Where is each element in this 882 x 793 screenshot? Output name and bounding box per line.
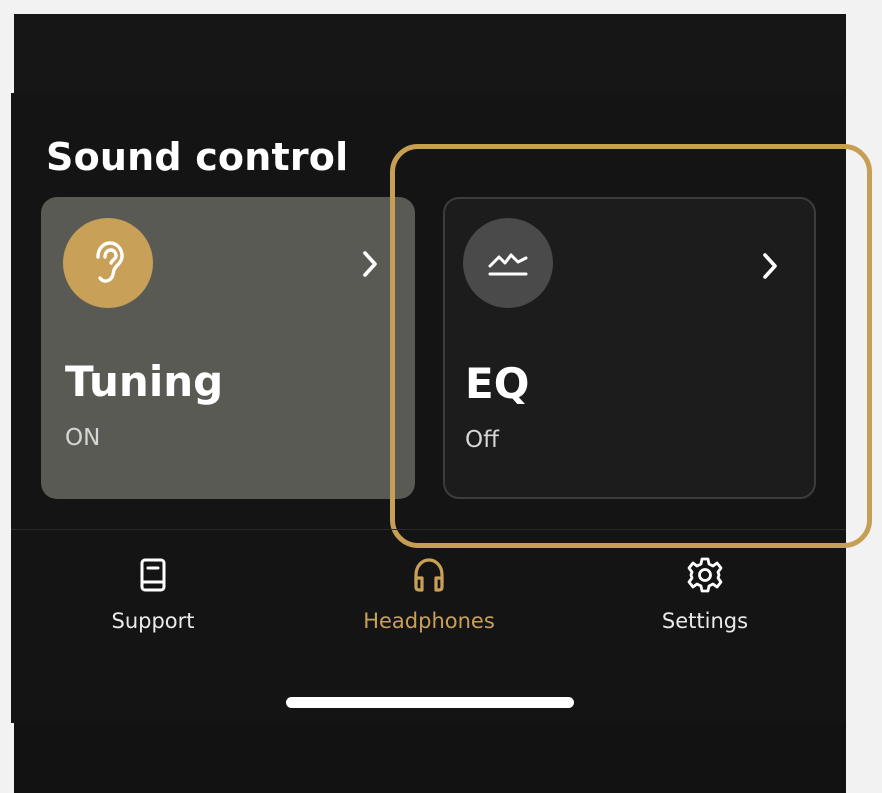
tuning-icon-circle [63, 218, 153, 308]
nav-label-settings: Settings [661, 609, 749, 633]
nav-label-support: Support [111, 609, 195, 633]
screen-top-frame [14, 14, 846, 94]
home-indicator[interactable] [286, 697, 574, 708]
tuning-card-status: ON [65, 425, 101, 451]
nav-divider [11, 529, 846, 530]
tuning-card[interactable]: Tuning ON [41, 197, 415, 499]
eq-highlight-outline [390, 144, 872, 548]
nav-item-settings[interactable]: Settings [605, 555, 805, 633]
nav-item-headphones[interactable]: Headphones [329, 555, 529, 633]
ear-icon [96, 241, 124, 283]
tuning-chevron-right-icon [363, 251, 377, 277]
nav-label-headphones: Headphones [363, 609, 495, 633]
tuning-card-title: Tuning [65, 357, 224, 406]
section-title: Sound control [46, 135, 349, 179]
gear-icon [687, 557, 723, 593]
app-screen: Sound control Tuning ON EQ Off Support H… [11, 93, 872, 723]
nav-item-support[interactable]: Support [53, 555, 253, 633]
book-icon [140, 558, 166, 592]
headphones-icon [414, 558, 444, 592]
screen-bottom-frame [14, 723, 846, 793]
